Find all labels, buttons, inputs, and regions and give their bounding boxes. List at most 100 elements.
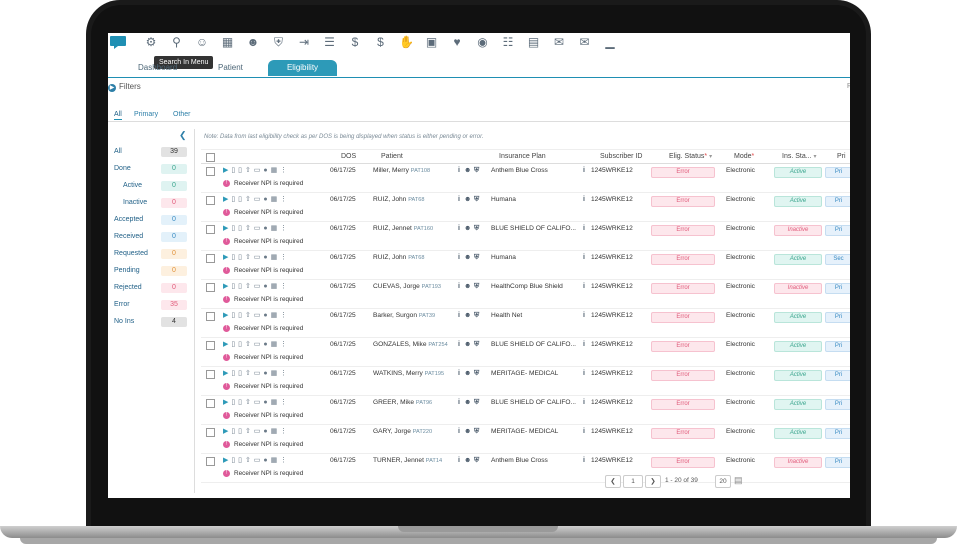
folder-icon[interactable]: ▭ <box>254 312 261 319</box>
edit-doc-icon[interactable]: ▯ <box>238 399 242 406</box>
dollar-doc-icon[interactable]: $ <box>348 35 362 49</box>
info-icon[interactable]: i <box>583 341 585 348</box>
table-row[interactable]: ▶ ▯ ▯ ⇧ ▭ ● ▦ ⋮ 06/17/25 RUIZ, Jennet PAT1… <box>201 221 850 251</box>
shield-icon[interactable]: ⛨ <box>474 167 479 175</box>
users-icon[interactable]: ☻ <box>464 428 471 435</box>
row-checkbox[interactable] <box>206 370 215 379</box>
users-icon[interactable]: ☻ <box>464 399 471 406</box>
document-icon[interactable]: ▯ <box>231 196 235 203</box>
folder-icon[interactable]: ▭ <box>254 370 261 377</box>
table-row[interactable]: ▶ ▯ ▯ ⇧ ▭ ● ▦ ⋮ 06/17/25 GREER, Mike PAT96… <box>201 395 850 425</box>
edit-doc-icon[interactable]: ▯ <box>238 254 242 261</box>
sidebar-item-pending[interactable]: Pending <box>114 267 140 274</box>
upload-icon[interactable]: ⇧ <box>245 341 251 348</box>
more-icon[interactable]: ⋮ <box>280 341 288 348</box>
document-icon[interactable]: ▯ <box>231 457 235 464</box>
sidebar-item-accepted[interactable]: Accepted <box>114 216 143 223</box>
sidebar-item-no-ins[interactable]: No Ins <box>114 318 134 325</box>
chart-icon[interactable]: ▁ <box>603 35 617 49</box>
table-row[interactable]: ▶ ▯ ▯ ⇧ ▭ ● ▦ ⋮ 06/17/25 TURNER, Jennet PA… <box>201 453 850 483</box>
subtab-other[interactable]: Other <box>173 111 191 118</box>
table-row[interactable]: ▶ ▯ ▯ ⇧ ▭ ● ▦ ⋮ 06/17/25 WATKINS, Merry PA… <box>201 366 850 396</box>
play-icon[interactable]: ▶ <box>223 341 229 348</box>
info-icon[interactable]: i <box>583 428 585 435</box>
user-lock-icon[interactable]: ☻ <box>246 35 260 49</box>
col-dos[interactable]: DOS <box>341 153 356 160</box>
document-icon[interactable]: ▯ <box>231 428 235 435</box>
upload-icon[interactable]: ⇧ <box>245 225 251 232</box>
play-icon[interactable]: ▶ <box>223 254 229 261</box>
folder-icon[interactable]: ▭ <box>254 254 261 261</box>
play-icon[interactable]: ▶ <box>223 167 229 174</box>
patient-cell[interactable]: CUEVAS, Jorge PAT193 <box>373 283 459 290</box>
table-row[interactable]: ▶ ▯ ▯ ⇧ ▭ ● ▦ ⋮ 06/17/25 CUEVAS, Jorge PAT… <box>201 279 850 309</box>
folder-icon[interactable]: ▭ <box>254 399 261 406</box>
tab-eligibility[interactable]: Eligibility <box>268 60 337 76</box>
upload-icon[interactable]: ⇧ <box>245 312 251 319</box>
info-icon[interactable]: i <box>583 457 585 464</box>
col-patient[interactable]: Patient <box>381 153 403 160</box>
info-icon[interactable]: i <box>458 399 460 406</box>
export-icon[interactable]: ▤ <box>734 475 743 486</box>
sidebar-item-active[interactable]: Active <box>123 182 142 189</box>
row-checkbox[interactable] <box>206 254 215 263</box>
page-number-input[interactable]: 1 <box>623 475 643 488</box>
more-icon[interactable]: ⋮ <box>280 428 288 435</box>
info-icon[interactable]: i <box>458 370 460 377</box>
more-icon[interactable]: ⋮ <box>280 283 288 290</box>
more-icon[interactable]: ⋮ <box>280 167 288 174</box>
row-checkbox[interactable] <box>206 341 215 350</box>
table-row[interactable]: ▶ ▯ ▯ ⇧ ▭ ● ▦ ⋮ 06/17/25 RUIZ, John PAT68 i… <box>201 192 850 222</box>
hands-heart-icon[interactable]: ♥ <box>450 35 464 49</box>
document-icon[interactable]: ▯ <box>231 370 235 377</box>
play-icon[interactable]: ▶ <box>223 196 229 203</box>
flag-icon[interactable] <box>110 36 126 49</box>
shield-icon[interactable]: ⛨ <box>474 457 479 465</box>
info-icon[interactable]: i <box>583 370 585 377</box>
document-icon[interactable]: ▯ <box>231 399 235 406</box>
users-icon[interactable]: ☻ <box>464 457 471 464</box>
upload-icon[interactable]: ⇧ <box>245 457 251 464</box>
info-icon[interactable]: i <box>458 283 460 290</box>
edit-doc-icon[interactable]: ▯ <box>238 457 242 464</box>
chat-icon[interactable]: ● <box>263 283 268 290</box>
document-icon[interactable]: ▯ <box>231 254 235 261</box>
shield-icon[interactable]: ⛨ <box>474 283 479 291</box>
prev-page-button[interactable]: ❮ <box>605 475 621 488</box>
col-mode[interactable]: Mode* <box>734 153 754 160</box>
upload-icon[interactable]: ⇧ <box>245 399 251 406</box>
shield-icon[interactable]: ⛨ <box>474 370 479 378</box>
document-icon[interactable]: ▯ <box>231 167 235 174</box>
info-icon[interactable]: i <box>458 428 460 435</box>
table-row[interactable]: ▶ ▯ ▯ ⇧ ▭ ● ▦ ⋮ 06/17/25 GONZALES, Mike PA… <box>201 337 850 367</box>
info-icon[interactable]: i <box>583 312 585 319</box>
inbox-icon[interactable]: ▣ <box>425 35 439 49</box>
arrow-in-icon[interactable]: ⇥ <box>297 35 311 49</box>
edit-doc-icon[interactable]: ▯ <box>238 283 242 290</box>
shield-icon[interactable]: ⛨ <box>474 196 479 204</box>
subtab-primary[interactable]: Primary <box>134 111 158 118</box>
shield-icon[interactable]: ⛨ <box>474 254 479 262</box>
more-icon[interactable]: ⋮ <box>280 312 288 319</box>
calendar-icon[interactable]: ▦ <box>271 341 278 348</box>
sidebar-item-received[interactable]: Received <box>114 233 143 240</box>
sidebar-item-inactive[interactable]: Inactive <box>123 199 147 206</box>
sidebar-item-all[interactable]: All <box>114 148 122 155</box>
more-icon[interactable]: ⋮ <box>280 370 288 377</box>
info-icon[interactable]: i <box>583 254 585 261</box>
users-icon[interactable]: ☻ <box>464 312 471 319</box>
next-page-button[interactable]: ❯ <box>645 475 661 488</box>
gear-icon[interactable]: ⚙ <box>144 35 158 49</box>
users-icon[interactable]: ☻ <box>464 370 471 377</box>
shield-icon[interactable]: ⛨ <box>474 399 479 407</box>
info-icon[interactable]: i <box>458 312 460 319</box>
chat-icon[interactable]: ● <box>263 254 268 261</box>
row-checkbox[interactable] <box>206 457 215 466</box>
upload-icon[interactable]: ⇧ <box>245 254 251 261</box>
chat-icon[interactable]: ● <box>263 370 268 377</box>
calendar-icon[interactable]: ▦ <box>271 167 278 174</box>
folder-icon[interactable]: ▭ <box>254 225 261 232</box>
chat-icon[interactable]: ● <box>263 312 268 319</box>
col-priority[interactable]: Pri <box>837 153 846 160</box>
info-icon[interactable]: i <box>583 167 585 174</box>
